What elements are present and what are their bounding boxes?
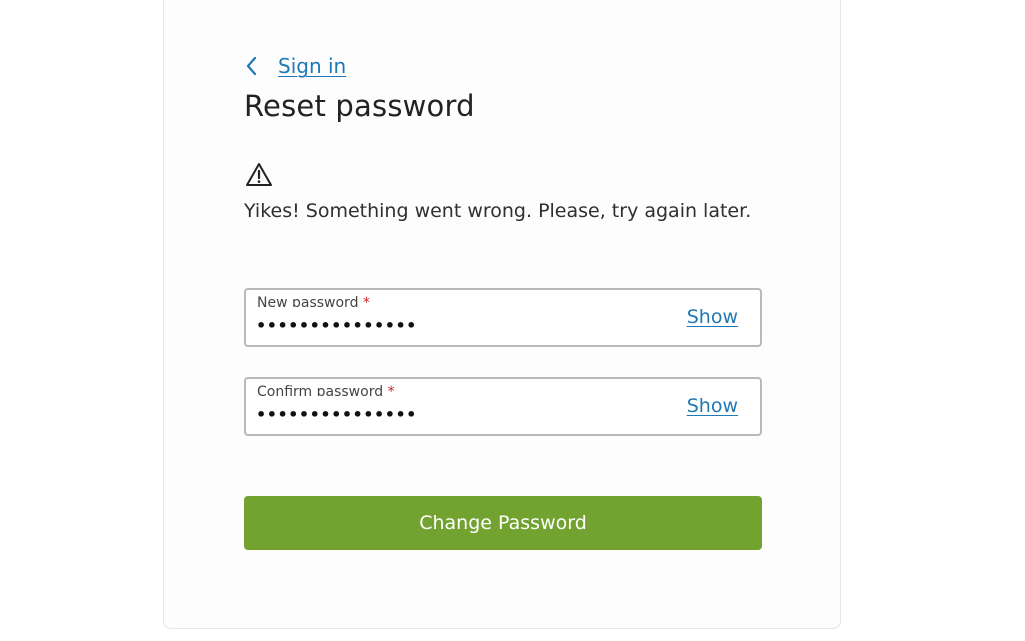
back-to-sign-in-link[interactable]: Sign in (245, 51, 346, 81)
required-marker: * (387, 384, 395, 396)
new-password-label-text: New password (257, 295, 359, 307)
error-message: Yikes! Something went wrong. Please, try… (244, 200, 752, 222)
confirm-password-label-text: Confirm password (257, 384, 384, 396)
confirm-password-input[interactable]: ••••••••••••••• (256, 401, 676, 429)
confirm-password-label: Confirm password * (257, 384, 395, 396)
page-title: Reset password (244, 89, 475, 123)
new-password-input[interactable]: ••••••••••••••• (256, 312, 676, 340)
chevron-left-icon (245, 56, 259, 76)
show-new-password-button[interactable]: Show (687, 306, 738, 328)
new-password-label: New password * (257, 295, 370, 307)
required-marker: * (362, 295, 370, 307)
confirm-password-field[interactable]: Confirm password * ••••••••••••••• Show (244, 377, 762, 436)
show-confirm-password-button[interactable]: Show (687, 395, 738, 417)
warning-triangle-icon (245, 162, 273, 188)
new-password-field[interactable]: New password * ••••••••••••••• Show (244, 288, 762, 347)
change-password-button[interactable]: Change Password (244, 496, 762, 550)
back-link-label[interactable]: Sign in (278, 54, 346, 78)
